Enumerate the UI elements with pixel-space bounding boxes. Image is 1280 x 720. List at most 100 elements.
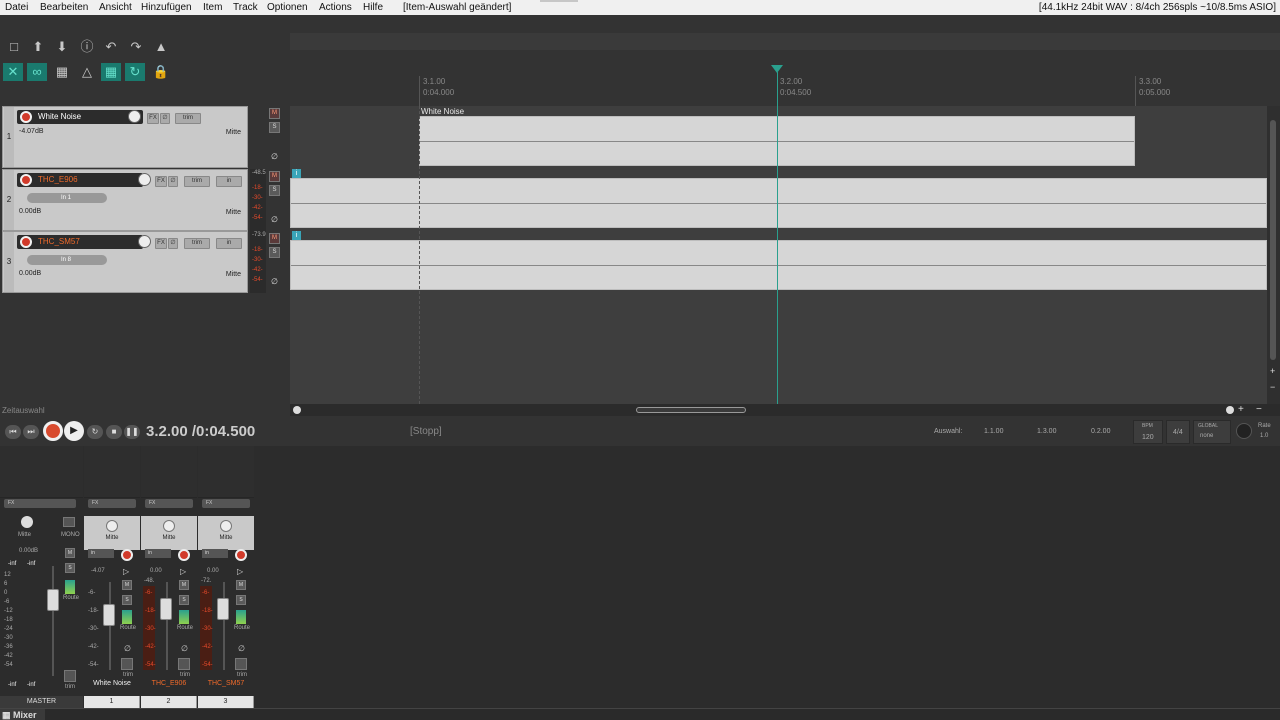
- master-mono-button[interactable]: [63, 517, 75, 527]
- strip-mute-button[interactable]: M: [122, 580, 132, 590]
- mute-button[interactable]: M: [269, 171, 280, 182]
- trim-button[interactable]: trim: [184, 238, 210, 249]
- record-arm-button[interactable]: [20, 111, 32, 123]
- master-solo-button[interactable]: S: [65, 563, 75, 573]
- input-monitor-button[interactable]: in: [216, 238, 242, 249]
- group-icon[interactable]: △: [77, 63, 97, 81]
- scroll-right-icon[interactable]: [1226, 406, 1234, 414]
- phase-icon[interactable]: ∅: [271, 216, 279, 224]
- fx-bypass-button[interactable]: ∅: [168, 238, 178, 249]
- master-fx-bar[interactable]: FX: [4, 499, 76, 508]
- track-header-1[interactable]: 1 White Noise FX ∅ trim -4.07dB Mitte: [2, 106, 248, 168]
- arrange-view[interactable]: White Noise i i: [290, 106, 1267, 404]
- track-name[interactable]: THC_E906: [17, 173, 143, 187]
- master-name[interactable]: MASTER: [0, 696, 83, 708]
- strip-solo-button[interactable]: S: [179, 595, 189, 605]
- phase-icon[interactable]: ∅: [124, 644, 131, 653]
- pan-readout[interactable]: Mitte: [226, 129, 241, 136]
- mixer-tab[interactable]: ▦ Mixer: [0, 709, 45, 720]
- master-fader[interactable]: [47, 589, 59, 611]
- menu-datei[interactable]: Datei: [5, 0, 28, 15]
- trim-button[interactable]: trim: [175, 113, 201, 124]
- volume-knob[interactable]: [138, 235, 151, 248]
- strip-pan-knob[interactable]: [106, 520, 118, 532]
- strip-input-button[interactable]: in: [145, 549, 171, 558]
- strip-fx-area[interactable]: [198, 446, 254, 498]
- track-name[interactable]: THC_SM57: [17, 235, 143, 249]
- h-zoom-out-icon[interactable]: −: [1256, 404, 1262, 415]
- master-trim-icon[interactable]: [64, 670, 76, 682]
- strip-number[interactable]: 3: [198, 696, 254, 708]
- strip-fx-area[interactable]: [141, 446, 197, 498]
- strip-fx-bar[interactable]: FX: [202, 499, 250, 508]
- h-zoom-in-icon[interactable]: +: [1238, 404, 1244, 415]
- bpm-box[interactable]: BPM 120: [1133, 420, 1163, 444]
- speaker-icon[interactable]: ▷: [123, 567, 132, 576]
- menu-bearbeiten[interactable]: Bearbeiten: [40, 0, 88, 15]
- undo-icon[interactable]: ↶: [101, 38, 121, 56]
- track-lane-2[interactable]: i: [290, 168, 1267, 230]
- menu-ansicht[interactable]: Ansicht: [99, 0, 132, 15]
- strip-route-icon[interactable]: [122, 610, 132, 624]
- horizontal-scrollbar[interactable]: + −: [290, 404, 1280, 416]
- item-info-icon[interactable]: i: [292, 231, 301, 240]
- media-item-track-2[interactable]: [290, 178, 1267, 228]
- phase-icon[interactable]: ∅: [271, 153, 279, 161]
- pause-icon[interactable]: ❚❚: [124, 425, 140, 439]
- region-lane[interactable]: [290, 33, 1280, 50]
- info-icon[interactable]: ⓘ: [77, 38, 97, 56]
- strip-fx-bar[interactable]: FX: [88, 499, 136, 508]
- fx-bypass-button[interactable]: ∅: [160, 113, 170, 124]
- selection-length[interactable]: 0.2.00: [1091, 428, 1110, 435]
- timeline-ruler[interactable]: 3.1.00 0:04.000 3.2.00 0:04.500 3.3.00 0…: [290, 50, 1280, 106]
- strip-solo-button[interactable]: S: [122, 595, 132, 605]
- redo-icon[interactable]: ↷: [126, 38, 146, 56]
- menu-actions[interactable]: Actions: [319, 0, 352, 15]
- rate-knob[interactable]: [1236, 423, 1252, 439]
- menu-optionen[interactable]: Optionen: [267, 0, 308, 15]
- strip-trim-icon[interactable]: [235, 658, 247, 670]
- strip-mute-button[interactable]: M: [236, 580, 246, 590]
- item-info-icon[interactable]: i: [292, 169, 301, 178]
- phase-icon[interactable]: ∅: [238, 644, 245, 653]
- play-button[interactable]: ▶: [64, 421, 84, 441]
- strip-name[interactable]: THC_E906: [141, 680, 197, 687]
- strip-fader[interactable]: [160, 598, 172, 620]
- loop-icon[interactable]: ↻: [125, 63, 145, 81]
- trim-button[interactable]: trim: [184, 176, 210, 187]
- strip-fx-area[interactable]: [84, 446, 140, 498]
- strip-number[interactable]: 2: [141, 696, 197, 708]
- strip-solo-button[interactable]: S: [236, 595, 246, 605]
- strip-pan-knob[interactable]: [163, 520, 175, 532]
- phase-icon[interactable]: ∅: [181, 644, 188, 653]
- download-icon[interactable]: ⬇: [52, 38, 72, 56]
- zoom-out-icon[interactable]: −: [1270, 382, 1275, 392]
- speaker-icon[interactable]: ▷: [237, 567, 246, 576]
- snap-icon[interactable]: ▦: [52, 63, 72, 81]
- track-header-3[interactable]: 3 THC_SM57 FX ∅ trim in In 8 0.00dB Mitt…: [2, 231, 248, 293]
- menu-hilfe[interactable]: Hilfe: [363, 0, 383, 15]
- strip-fx-bar[interactable]: FX: [145, 499, 193, 508]
- record-arm-button[interactable]: [20, 236, 32, 248]
- record-arm-button[interactable]: [20, 174, 32, 186]
- solo-button[interactable]: S: [269, 247, 280, 258]
- phase-icon[interactable]: ∅: [271, 278, 279, 286]
- solo-button[interactable]: S: [269, 122, 280, 133]
- timesig-box[interactable]: 4/4: [1166, 420, 1190, 444]
- pan-readout[interactable]: Mitte: [226, 209, 241, 216]
- strip-record-arm[interactable]: [178, 549, 190, 561]
- menu-item[interactable]: Item: [203, 0, 222, 15]
- strip-fader[interactable]: [103, 604, 115, 626]
- input-select[interactable]: In 1: [27, 193, 107, 203]
- strip-pan-knob[interactable]: [220, 520, 232, 532]
- pan-readout[interactable]: Mitte: [226, 271, 241, 278]
- strip-record-arm[interactable]: [121, 549, 133, 561]
- link-icon[interactable]: ∞: [27, 63, 47, 81]
- media-item-track-3[interactable]: [290, 240, 1267, 290]
- solo-button[interactable]: S: [269, 185, 280, 196]
- input-select[interactable]: In 8: [27, 255, 107, 265]
- selection-start[interactable]: 1.1.00: [984, 428, 1003, 435]
- master-mute-button[interactable]: M: [65, 548, 75, 558]
- repeat-icon[interactable]: ↻: [87, 425, 103, 439]
- stop-icon[interactable]: ■: [106, 425, 122, 439]
